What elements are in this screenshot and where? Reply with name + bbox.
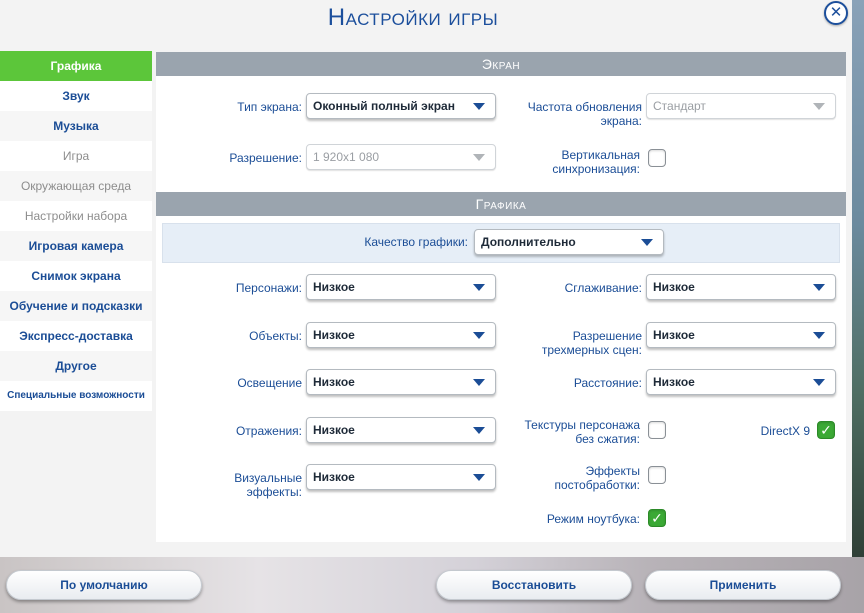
page-title: Настройки игры xyxy=(327,4,499,31)
distance-dropdown[interactable]: Низкое xyxy=(646,369,836,395)
distance-value: Низкое xyxy=(653,375,695,389)
checkmark-icon: ✓ xyxy=(651,510,663,526)
background-scenery-right xyxy=(852,0,864,560)
chevron-down-icon xyxy=(473,474,485,481)
apply-button[interactable]: Применить xyxy=(645,570,841,600)
settings-window: Настройки игры ✕ Графика Звук Музыка Игр… xyxy=(0,0,852,557)
sidebar-item-game[interactable]: Игра xyxy=(0,141,152,171)
characters-value: Низкое xyxy=(313,280,355,294)
resolution-dropdown[interactable]: 1 920x1 080 xyxy=(306,144,496,170)
vsync-checkbox[interactable] xyxy=(648,149,666,167)
objects-dropdown[interactable]: Низкое xyxy=(306,322,496,348)
screen-type-dropdown[interactable]: Оконный полный экран xyxy=(306,93,496,119)
graphics-quality-dropdown[interactable]: Дополнительно xyxy=(474,229,664,255)
characters-dropdown[interactable]: Низкое xyxy=(306,274,496,300)
sidebar-item-music[interactable]: Музыка xyxy=(0,111,152,141)
close-button[interactable]: ✕ xyxy=(824,1,848,25)
chevron-down-icon xyxy=(473,284,485,291)
screen-type-label: Тип экрана: xyxy=(237,100,302,114)
reflections-label: Отражения: xyxy=(235,424,302,438)
section-header-graphics: Графика xyxy=(156,192,846,216)
objects-value: Низкое xyxy=(313,328,355,342)
reflections-value: Низкое xyxy=(313,423,355,437)
refresh-rate-value: Стандарт xyxy=(653,99,706,113)
screen-type-value: Оконный полный экран xyxy=(313,99,455,113)
chevron-down-icon xyxy=(813,284,825,291)
uncompressed-textures-label: Текстуры персонажа без сжатия: xyxy=(524,418,641,446)
directx-label: DirectX 9 xyxy=(760,424,810,438)
restore-button[interactable]: Восстановить xyxy=(436,570,632,600)
sidebar-item-sound[interactable]: Звук xyxy=(0,81,152,111)
chevron-down-icon xyxy=(473,103,485,110)
section-header-screen: Экран xyxy=(156,52,846,76)
resolution-value: 1 920x1 080 xyxy=(313,150,380,164)
visual-effects-dropdown[interactable]: Низкое xyxy=(306,464,496,490)
distance-label: Расстояние: xyxy=(573,376,642,390)
graphics-quality-value: Дополнительно xyxy=(481,235,576,249)
chevron-down-icon xyxy=(813,379,825,386)
directx-checkbox[interactable]: ✓ xyxy=(817,421,835,439)
chevron-down-icon xyxy=(641,239,653,246)
antialias-value: Низкое xyxy=(653,280,695,294)
scene-resolution-value: Низкое xyxy=(653,328,695,342)
reflections-dropdown[interactable]: Низкое xyxy=(306,417,496,443)
graphics-quality-label: Качество графики: xyxy=(364,235,468,249)
sidebar-item-game-camera[interactable]: Игровая камера xyxy=(0,231,152,261)
scene-resolution-label: Разрешение трехмерных сцен: xyxy=(541,329,642,357)
settings-content: Экран Тип экрана: Оконный полный экран Ч… xyxy=(156,52,846,542)
defaults-button[interactable]: По умолчанию xyxy=(6,570,202,600)
sidebar-item-graphics[interactable]: Графика xyxy=(0,51,152,81)
chevron-down-icon xyxy=(473,379,485,386)
uncompressed-textures-checkbox[interactable] xyxy=(648,421,666,439)
sidebar-item-express-delivery[interactable]: Экспресс-доставка xyxy=(0,321,152,351)
antialias-label: Сглаживание: xyxy=(564,281,642,295)
post-processing-label: Эффекты постобработки: xyxy=(554,464,641,492)
laptop-mode-label: Режим ноутбука: xyxy=(546,512,640,526)
checkmark-icon: ✓ xyxy=(820,422,832,438)
sidebar-item-accessibility[interactable]: Специальные возможности xyxy=(0,381,152,411)
antialias-dropdown[interactable]: Низкое xyxy=(646,274,836,300)
sidebar-item-environment[interactable]: Окружающая среда xyxy=(0,171,152,201)
scene-resolution-dropdown[interactable]: Низкое xyxy=(646,322,836,348)
sidebar: Графика Звук Музыка Игра Окружающая сред… xyxy=(0,51,152,411)
chevron-down-icon xyxy=(473,154,485,161)
lighting-dropdown[interactable]: Низкое xyxy=(306,369,496,395)
vsync-label: Вертикальная синхронизация: xyxy=(552,148,640,176)
visual-effects-value: Низкое xyxy=(313,470,355,484)
sidebar-item-tutorial[interactable]: Обучение и подсказки xyxy=(0,291,152,321)
chevron-down-icon xyxy=(473,427,485,434)
close-icon: ✕ xyxy=(829,4,843,21)
objects-label: Объекты: xyxy=(249,329,302,343)
visual-effects-label: Визуальные эффекты: xyxy=(234,471,302,499)
laptop-mode-checkbox[interactable]: ✓ xyxy=(648,509,666,527)
chevron-down-icon xyxy=(813,332,825,339)
sidebar-item-other[interactable]: Другое xyxy=(0,351,152,381)
sidebar-item-pack-settings[interactable]: Настройки набора xyxy=(0,201,152,231)
chevron-down-icon xyxy=(473,332,485,339)
refresh-rate-dropdown[interactable]: Стандарт xyxy=(646,93,836,119)
refresh-rate-label: Частота обновления экрана: xyxy=(527,100,642,128)
lighting-value: Низкое xyxy=(313,375,355,389)
characters-label: Персонажи: xyxy=(235,281,302,295)
lighting-label: Освещение xyxy=(237,376,302,390)
chevron-down-icon xyxy=(813,103,825,110)
post-processing-checkbox[interactable] xyxy=(648,466,666,484)
sidebar-item-screenshot[interactable]: Снимок экрана xyxy=(0,261,152,291)
resolution-label: Разрешение: xyxy=(229,151,302,165)
